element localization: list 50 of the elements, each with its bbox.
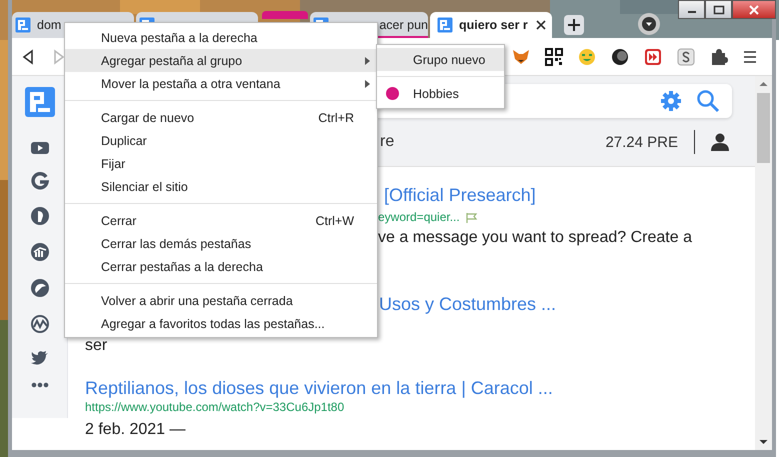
menu-item[interactable]: Hobbies <box>377 82 504 105</box>
balance-text: 27.24 PRE <box>605 134 678 150</box>
user-icon[interactable] <box>710 133 730 151</box>
qr-code-icon[interactable] <box>545 48 563 66</box>
result-snippet: ve a message you want to spread? Create a <box>378 228 692 248</box>
chart-icon[interactable] <box>30 242 50 262</box>
menu-item[interactable]: Volver a abrir una pestaña cerrada <box>65 289 377 312</box>
menu-item[interactable]: Agregar pestaña al grupo <box>65 49 377 72</box>
site-logo-icon[interactable] <box>24 86 56 118</box>
result-snippet: ser <box>85 336 108 356</box>
duck-icon[interactable] <box>30 206 50 226</box>
g-icon[interactable] <box>30 172 48 190</box>
fox-icon[interactable] <box>512 48 530 66</box>
more-icon[interactable] <box>30 382 48 388</box>
header-text: re <box>380 133 394 151</box>
result-title-link[interactable]: Reptilianos, los dioses que vivieron en la tierra | Caracol ... <box>85 377 553 399</box>
scroll-down-icon[interactable] <box>759 439 768 445</box>
menu-item[interactable]: Grupo nuevo <box>377 48 504 71</box>
menu-item[interactable]: Mover la pestaña a otra ventana <box>65 72 377 95</box>
shortcut-text: Ctrl+R <box>318 110 354 124</box>
settings-icon[interactable] <box>660 90 682 112</box>
bird-icon[interactable] <box>30 278 50 298</box>
menu-item[interactable]: Cerrar Ctrl+W <box>65 209 377 232</box>
s-box-icon[interactable] <box>677 48 695 66</box>
result-snippet: 2 feb. 2021 — <box>85 420 186 440</box>
moon-icon[interactable] <box>611 48 629 66</box>
menu-item[interactable]: Fijar <box>65 152 377 175</box>
search-icon[interactable] <box>696 89 720 113</box>
menu-item[interactable]: Duplicar <box>65 129 377 152</box>
menu-item[interactable]: Cerrar pestañas a la derecha <box>65 255 377 278</box>
scrollbar[interactable] <box>755 76 772 450</box>
menu-item[interactable]: Agregar a favoritos todas las pestañas... <box>65 312 377 335</box>
menu-item[interactable]: Cargar de nuevo Ctrl+R <box>65 106 377 129</box>
menu-icon[interactable] <box>743 50 757 64</box>
money-face-icon[interactable] <box>578 48 596 66</box>
puzzle-icon[interactable] <box>710 48 728 66</box>
menu-item[interactable]: Cerrar las demás pestañas <box>65 232 377 255</box>
play-icon[interactable] <box>30 140 50 156</box>
shortcut-text: Ctrl+W <box>315 214 354 228</box>
menu-item[interactable]: Silenciar el sitio <box>65 175 377 198</box>
fast-forward-icon[interactable] <box>644 48 662 66</box>
scroll-up-icon[interactable] <box>759 81 768 87</box>
wave-icon[interactable] <box>30 314 50 334</box>
result-url: https://www.youtube.com/watch?v=33Cu6Jp1t80 <box>85 399 344 415</box>
result-url: eyword=quier... <box>378 209 460 225</box>
scrollbar-thumb[interactable] <box>757 93 770 163</box>
back-icon[interactable] <box>21 48 35 64</box>
bird-icon[interactable] <box>30 350 48 366</box>
result-title-link[interactable]: Usos y Costumbres ... <box>379 293 556 315</box>
result-title-link[interactable]: [Official Presearch] <box>384 184 536 206</box>
